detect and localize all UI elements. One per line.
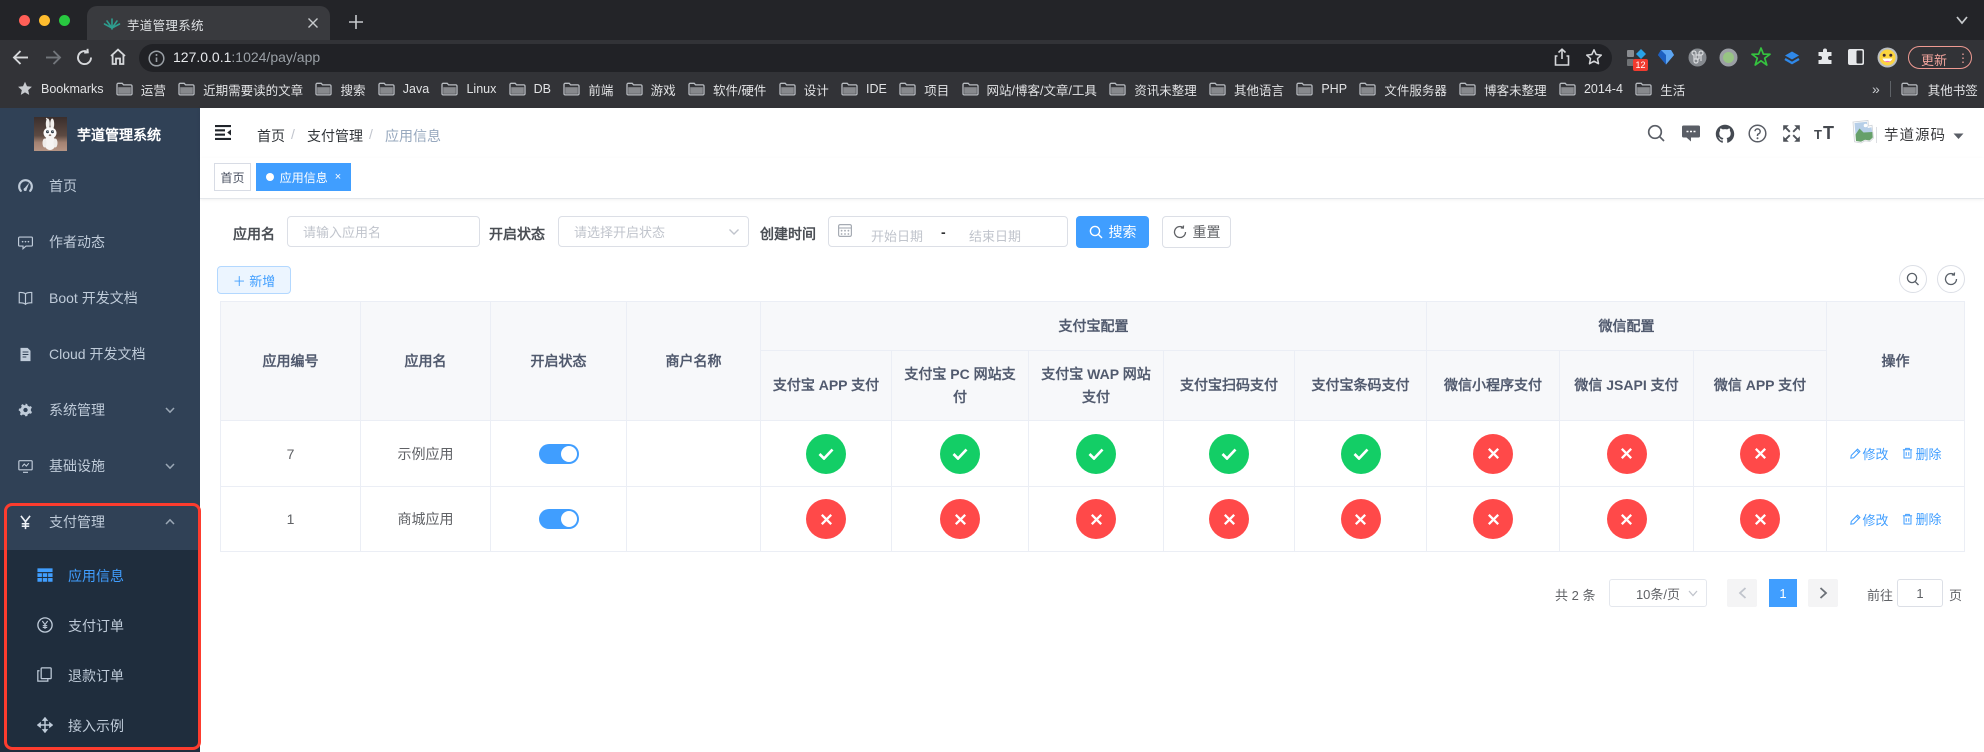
svg-text:T: T <box>1823 124 1834 142</box>
svg-text:T: T <box>1814 127 1822 142</box>
